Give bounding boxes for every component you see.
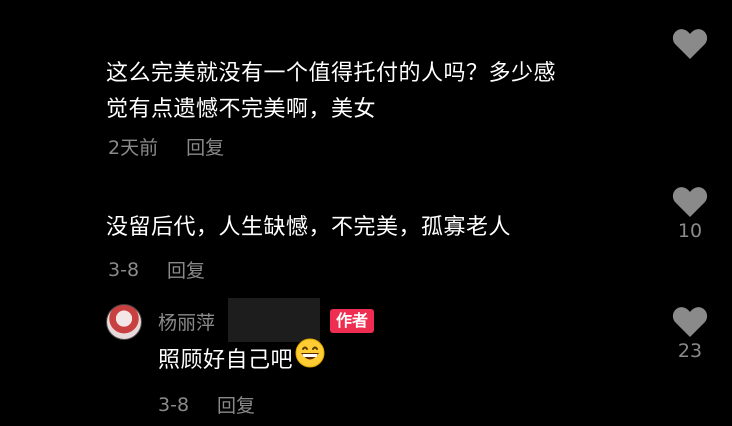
comment-1-line-1: 这么完美就没有一个值得托付的人吗？多少感 <box>106 61 557 86</box>
comment-2-reply-button[interactable]: 回复 <box>167 256 205 283</box>
comment-3-text: 照顾好自己吧 <box>158 338 325 380</box>
heart-icon <box>672 187 708 217</box>
author-avatar[interactable] <box>106 304 142 340</box>
comment-1-text: 这么完美就没有一个值得托付的人吗？多少感 觉有点遗憾不完美啊，美女 <box>106 56 556 128</box>
comment-3-reply-button[interactable]: 回复 <box>217 391 255 418</box>
comment-3-time: 3-8 <box>158 393 190 416</box>
comment-3-like-button[interactable]: 23 <box>670 306 710 362</box>
comment-2-meta: 3-8 回复 <box>108 256 205 283</box>
comment-2-time: 3-8 <box>108 258 140 281</box>
comment-3-meta: 3-8 回复 <box>158 391 255 418</box>
comment-1-like-button[interactable] <box>670 28 710 62</box>
author-name[interactable]: 杨丽萍 <box>158 308 215 335</box>
redaction-block <box>228 298 320 342</box>
comment-1-reply-button[interactable]: 回复 <box>186 133 224 160</box>
heart-icon <box>672 307 708 337</box>
comment-2-like-count: 10 <box>677 220 703 242</box>
grinning-face-icon <box>295 338 325 380</box>
comment-1-line-2: 觉有点遗憾不完美啊，美女 <box>106 97 377 122</box>
comment-1-time: 2天前 <box>108 137 159 159</box>
comment-1-meta: 2天前 回复 <box>108 133 224 160</box>
comment-2-line-1: 没留后代，人生缺憾，不完美，孤寡老人 <box>106 215 512 240</box>
heart-icon <box>672 29 708 59</box>
author-badge: 作者 <box>330 309 375 333</box>
comment-2-like-button[interactable]: 10 <box>670 186 710 242</box>
comment-3-line-1: 照顾好自己吧 <box>158 348 294 373</box>
comment-3-like-count: 23 <box>677 340 703 362</box>
comment-2-text: 没留后代，人生缺憾，不完美，孤寡老人 <box>106 210 511 246</box>
